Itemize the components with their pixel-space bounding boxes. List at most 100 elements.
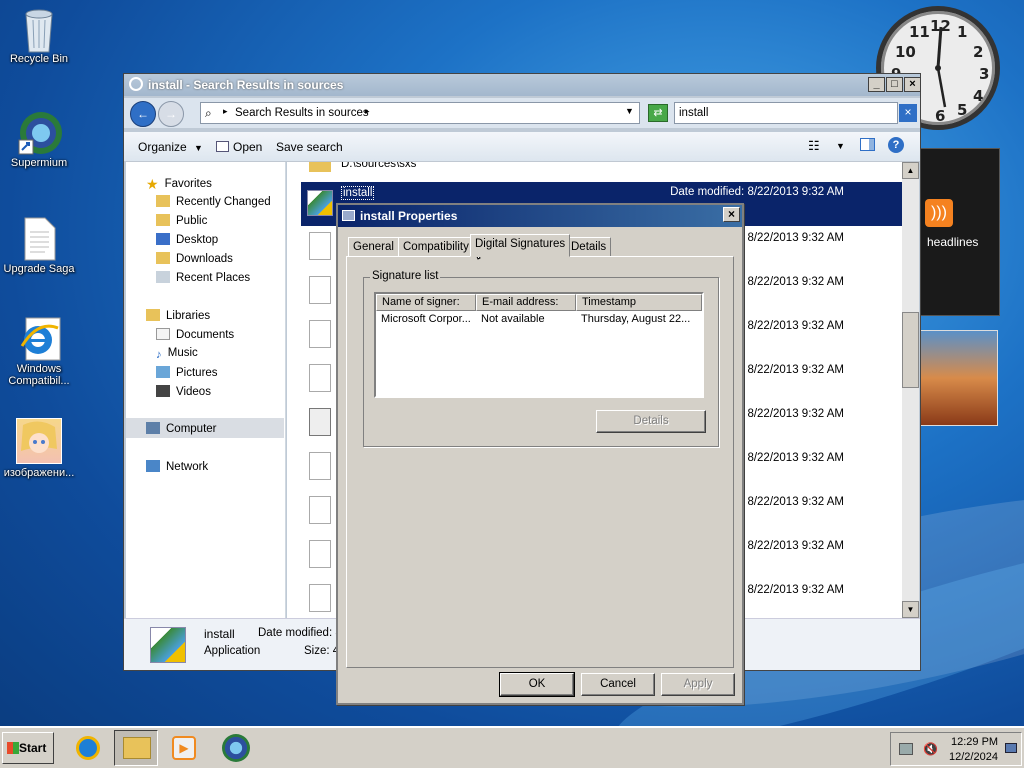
feed-gadget-label: headlines [927,235,979,249]
app-icon [342,210,355,221]
open-button[interactable]: Open [216,140,262,154]
command-toolbar: Organize ▼ Open Save search ☷ ▼ ? [124,132,920,162]
image-file-icon [16,418,62,464]
start-label: Start [19,741,47,755]
nav-label: Pictures [176,367,218,379]
maximize-button[interactable]: □ [886,77,903,92]
properties-dialog[interactable]: install Properties × General Compatibili… [336,203,744,705]
feed-headlines-gadget[interactable]: ))) headlines [920,148,1000,316]
close-button[interactable]: × [904,77,921,92]
taskbar-browser-button[interactable] [218,732,254,764]
network-icon [146,460,160,472]
desktop-icon-recycle-bin[interactable]: Recycle Bin [0,6,78,65]
tab-compatibility[interactable]: Compatibility [398,237,474,257]
desktop-icon-upgrade-saga[interactable]: Upgrade Saga [0,216,78,275]
nav-favorites[interactable]: ★ Favorites [146,176,212,192]
navigation-pane: ★ Favorites Recently Changed Public Deskt… [126,162,286,618]
installer-icon [307,190,333,216]
folder-row[interactable]: D:\sources\sxs [301,162,601,178]
signature-list[interactable]: Name of signer: E-mail address: Timestam… [374,292,704,398]
file-icon [309,452,331,480]
apply-button[interactable]: Apply [661,673,735,696]
system-tray: 🔇 12:29 PM 12/2/2024 [890,732,1022,766]
clear-search-button[interactable]: × [899,104,917,122]
search-box[interactable]: install [674,102,898,124]
rss-icon: ))) [925,199,953,227]
nav-public[interactable]: Public [156,214,207,227]
recent-places-icon [156,271,170,283]
nav-label: Downloads [176,253,233,265]
window-title: install - Search Results in sources [148,78,344,92]
file-date: 8/22/2013 9:32 AM [747,496,844,508]
dialog-close-button[interactable]: × [723,207,740,222]
desktop-icon-image[interactable]: изображени... [0,418,78,479]
column-header-signer[interactable]: Name of signer: [376,294,476,311]
network-tray-icon[interactable] [899,743,913,755]
volume-muted-icon[interactable]: 🔇 [923,742,938,756]
view-dropdown-icon[interactable]: ▼ [836,141,845,151]
refresh-button[interactable]: ⇄ [648,104,668,122]
column-header-timestamp[interactable]: Timestamp [576,294,702,311]
show-desktop-icon[interactable] [1005,743,1017,753]
file-date: 8/22/2013 9:32 AM [747,232,844,244]
taskbar-media-player-button[interactable]: ▶ [166,732,202,764]
nav-downloads[interactable]: Downloads [156,252,233,265]
taskbar-ie-button[interactable] [70,732,106,764]
explorer-titlebar[interactable]: install - Search Results in sources _ □ … [124,74,921,96]
scroll-thumb[interactable] [902,312,919,388]
file-date: 8/22/2013 9:32 AM [747,408,844,420]
details-file-type: Application [204,645,261,657]
save-search-button[interactable]: Save search [276,140,343,154]
view-options-icon[interactable]: ☷ [808,138,820,154]
tab-details[interactable]: Details [566,237,612,257]
address-box[interactable]: ⌕ ▸ Search Results in sources ▸ ▼ [200,102,640,124]
address-dropdown-icon[interactable]: ▼ [625,106,634,116]
forward-button[interactable]: → [158,101,184,127]
dialog-titlebar[interactable]: install Properties × [338,205,742,227]
nav-recent-places[interactable]: Recent Places [156,271,250,284]
recycle-bin-icon [18,6,60,53]
ok-button[interactable]: OK [499,672,575,697]
back-button[interactable]: ← [130,101,156,127]
open-label: Open [233,140,263,154]
cancel-button[interactable]: Cancel [581,673,655,696]
search-results-icon: ⌕ [205,106,212,120]
signature-details-button[interactable]: Details [596,410,706,433]
nav-libraries[interactable]: Libraries [146,309,210,322]
list-item[interactable]: Microsoft Corpor... Not available Thursd… [376,312,702,328]
clock-time[interactable]: 12:29 PM [951,736,998,748]
organize-button[interactable]: Organize ▼ [138,140,203,154]
desktop-icon-label: Windows Compatibil... [8,363,70,387]
tab-general[interactable]: General [348,237,399,257]
nav-music[interactable]: ♪ Music [156,347,198,361]
timestamp-cell: Thursday, August 22... [581,313,691,325]
help-icon[interactable]: ? [888,137,904,153]
minimize-button[interactable]: _ [868,77,885,92]
desktop-icon-supermium[interactable]: Supermium [0,110,78,169]
nav-desktop[interactable]: Desktop [156,233,218,246]
slideshow-gadget[interactable] [920,330,998,426]
search-input[interactable]: install [679,107,708,119]
desktop-icon-label: Upgrade Saga [3,263,75,275]
nav-recently-changed[interactable]: Recently Changed [156,195,271,208]
file-icon [309,540,331,568]
text-file-icon [18,216,60,261]
breadcrumb[interactable]: Search Results in sources [235,107,369,119]
scroll-down-arrow-icon[interactable]: ▼ [902,601,919,618]
column-header-email[interactable]: E-mail address: [476,294,576,311]
preview-pane-icon[interactable] [860,138,875,151]
nav-pictures[interactable]: Pictures [156,366,218,379]
vertical-scrollbar[interactable]: ▲ ▼ [902,162,919,618]
clock-date[interactable]: 12/2/2024 [949,751,998,763]
taskbar-explorer-button[interactable] [114,730,158,766]
nav-videos[interactable]: Videos [156,385,211,398]
browser-icon [18,110,62,155]
nav-documents[interactable]: Documents [156,328,234,341]
scroll-up-arrow-icon[interactable]: ▲ [902,162,919,179]
desktop-icon-windows-compatibility[interactable]: Windows Compatibil... [0,316,78,387]
tab-digital-signatures[interactable]: Digital Signatures [470,234,571,257]
folder-icon [156,195,170,207]
start-button[interactable]: Start [2,732,54,764]
nav-label: Desktop [176,234,219,246]
nav-network[interactable]: Network [146,460,208,473]
